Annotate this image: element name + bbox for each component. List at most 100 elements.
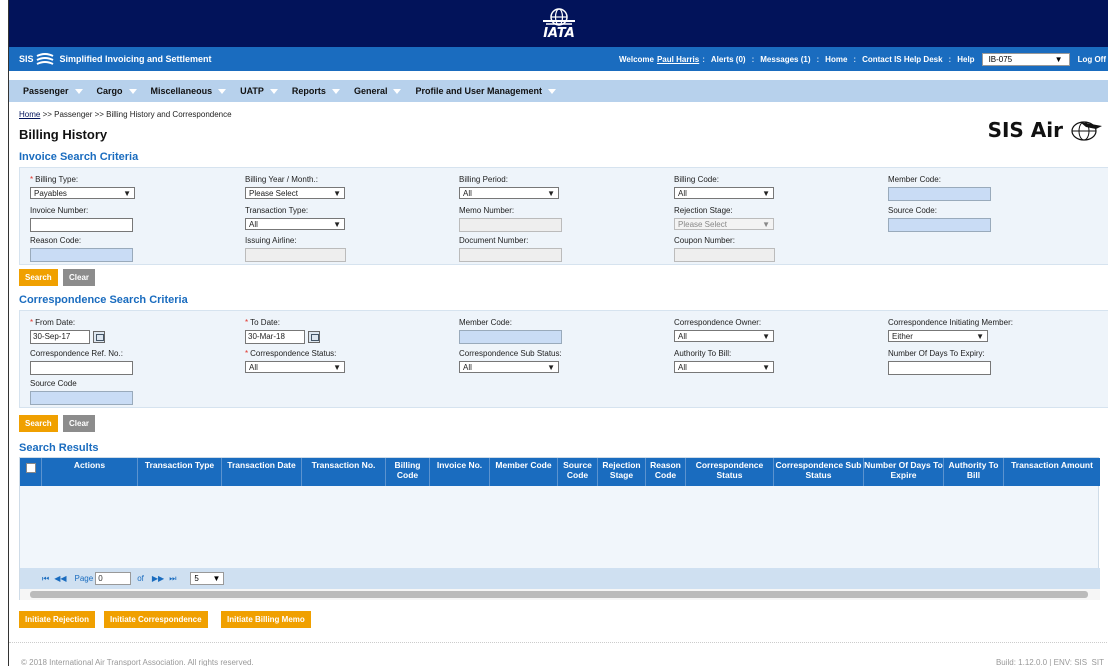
col-header[interactable]: Source Code: [558, 458, 598, 486]
authority-to-bill-field: Authority To Bill: All ▼: [674, 349, 774, 373]
breadcrumb-home-link[interactable]: Home: [19, 110, 40, 119]
rejection-stage-select[interactable]: Please Select ▼: [674, 218, 774, 230]
invoice-clear-button[interactable]: Clear: [63, 269, 96, 286]
next-page-icon[interactable]: ▶▶: [152, 574, 164, 583]
to-date-input[interactable]: 30-Mar-18: [245, 330, 305, 344]
select-value: All: [678, 362, 687, 372]
select-value: Please Select: [249, 188, 298, 198]
authority-to-bill-select[interactable]: All ▼: [674, 361, 774, 373]
corr-source-code-input[interactable]: [30, 391, 133, 405]
transaction-type-select[interactable]: All ▼: [245, 218, 345, 230]
billing-period-select[interactable]: All ▼: [459, 187, 559, 199]
initiate-billing-memo-button[interactable]: Initiate Billing Memo: [221, 611, 311, 628]
page-input[interactable]: 0: [95, 572, 132, 585]
coupon-number-input[interactable]: [674, 248, 775, 262]
corr-status-select[interactable]: All ▼: [245, 361, 345, 373]
reason-code-input[interactable]: [30, 248, 133, 262]
col-header[interactable]: Transaction Type: [138, 458, 222, 486]
billing-code-select[interactable]: All ▼: [674, 187, 774, 199]
initiating-member-select[interactable]: Either ▼: [888, 330, 988, 342]
help-link[interactable]: Help: [957, 55, 974, 64]
chevron-down-icon: ▼: [1054, 54, 1063, 64]
col-header[interactable]: Transaction No.: [302, 458, 386, 486]
contact-helpdesk-link[interactable]: Contact IS Help Desk: [862, 55, 942, 64]
from-date-field: * From Date: 30-Sep-17: [30, 318, 140, 344]
corr-sub-status-select[interactable]: All ▼: [459, 361, 559, 373]
user-name-link[interactable]: Paul Harris: [657, 55, 699, 64]
invoice-number-label: Invoice Number:: [30, 206, 89, 215]
col-header[interactable]: Reason Code: [646, 458, 686, 486]
horizontal-scrollbar[interactable]: [20, 589, 1100, 600]
select-value: All: [249, 219, 258, 229]
transaction-type-label: Transaction Type:: [245, 206, 309, 215]
calendar-icon[interactable]: [93, 331, 105, 343]
select-all-checkbox[interactable]: [25, 463, 36, 473]
correspondence-search-button[interactable]: Search: [19, 415, 58, 432]
corr-status-label: * Correspondence Status:: [245, 349, 337, 358]
col-header[interactable]: Rejection Stage: [598, 458, 646, 486]
col-header[interactable]: Correspondence Sub Status: [774, 458, 864, 486]
col-header[interactable]: Authority To Bill: [944, 458, 1004, 486]
page-size-select[interactable]: 5 ▼: [190, 572, 225, 585]
calendar-icon[interactable]: [308, 331, 320, 343]
menu-general[interactable]: General: [354, 86, 402, 96]
col-header[interactable]: Actions: [42, 458, 138, 486]
col-header[interactable]: Member Code: [490, 458, 558, 486]
member-code-input[interactable]: [888, 187, 991, 201]
menu-cargo[interactable]: Cargo: [97, 86, 137, 96]
authority-to-bill-label: Authority To Bill:: [674, 349, 732, 358]
col-header[interactable]: Correspondence Status: [686, 458, 774, 486]
correspondence-search-panel: * From Date: 30-Sep-17 * To Date: 30-Mar-1…: [19, 310, 1108, 408]
menu-passenger[interactable]: Passenger: [23, 86, 83, 96]
select-all-cell: [20, 458, 42, 486]
rejection-stage-field: Rejection Stage: Please Select ▼: [674, 206, 774, 230]
swoosh-icon: [36, 53, 53, 65]
memo-number-input[interactable]: [459, 218, 562, 232]
col-header[interactable]: Transaction Amount: [1004, 458, 1100, 486]
source-code-input[interactable]: [888, 218, 991, 232]
invoice-search-button[interactable]: Search: [19, 269, 58, 286]
correspondence-clear-button[interactable]: Clear: [63, 415, 96, 432]
from-date-input[interactable]: 30-Sep-17: [30, 330, 90, 344]
chevron-down-icon: ▼: [333, 219, 341, 229]
menu-label: Reports: [291, 86, 326, 96]
menu-profile[interactable]: Profile and User Management: [415, 86, 557, 96]
select-value: All: [678, 331, 687, 341]
col-header[interactable]: Billing Code: [386, 458, 430, 486]
messages-link[interactable]: Messages (1): [760, 55, 810, 64]
initiate-rejection-button[interactable]: Initiate Rejection: [19, 611, 96, 628]
first-page-icon[interactable]: ⏮: [42, 574, 49, 584]
chevron-down-icon: ▼: [333, 188, 341, 198]
invoice-number-input[interactable]: [30, 218, 133, 232]
days-to-expiry-input[interactable]: [888, 361, 991, 375]
billing-year-label: Billing Year / Month.:: [245, 175, 318, 184]
page-title: Billing History: [19, 127, 108, 142]
chevron-down-icon: ▼: [123, 188, 131, 198]
account-select[interactable]: IB-075 ▼: [981, 52, 1070, 66]
footer-divider: [9, 642, 1108, 643]
scrollbar-thumb[interactable]: [30, 591, 1088, 598]
billing-year-select[interactable]: Please Select ▼: [245, 187, 345, 199]
menu-uatp[interactable]: UATP: [240, 86, 278, 96]
col-header[interactable]: Number Of Days To Expire: [864, 458, 944, 486]
issuing-airline-input[interactable]: [245, 248, 346, 262]
corr-member-code-input[interactable]: [459, 330, 562, 344]
last-page-icon[interactable]: ⏭: [169, 574, 176, 584]
document-number-input[interactable]: [459, 248, 562, 262]
col-header[interactable]: Invoice No.: [430, 458, 490, 486]
menu-miscellaneous[interactable]: Miscellaneous: [151, 86, 227, 96]
billing-type-select[interactable]: Payables ▼: [30, 187, 135, 199]
alerts-link[interactable]: Alerts (0): [711, 55, 746, 64]
welcome-text: Welcome: [618, 54, 654, 64]
logoff-link[interactable]: Log Off: [1078, 55, 1106, 64]
home-link[interactable]: Home: [825, 55, 847, 64]
initiate-correspondence-button[interactable]: Initiate Correspondence: [104, 611, 208, 628]
chevron-down-icon: ▼: [762, 219, 770, 229]
prev-page-icon[interactable]: ◀◀: [54, 574, 66, 583]
select-value: Please Select: [678, 219, 727, 229]
corr-ref-no-input[interactable]: [30, 361, 133, 375]
correspondence-owner-select[interactable]: All ▼: [674, 330, 774, 342]
col-header[interactable]: Transaction Date: [222, 458, 302, 486]
menu-reports[interactable]: Reports: [292, 86, 340, 96]
corr-ref-no-field: Correspondence Ref. No.:: [30, 349, 133, 375]
